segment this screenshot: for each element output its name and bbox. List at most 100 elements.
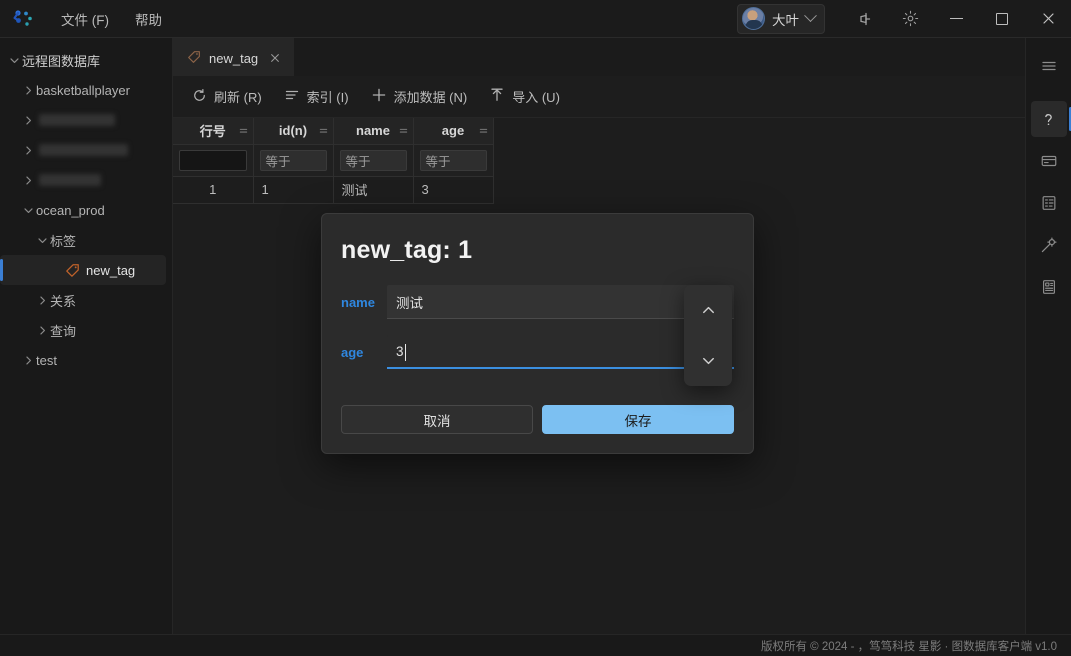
filter-cell-age[interactable]: 等于 xyxy=(413,144,494,177)
table-filter-row[interactable]: 等于 等于 等于 xyxy=(173,144,494,177)
chevron-right-icon[interactable] xyxy=(34,292,50,308)
chevron-right-icon[interactable] xyxy=(20,352,36,368)
maximize-icon[interactable] xyxy=(979,0,1025,38)
status-footer: 版权所有 © 2024 - ，笃笃科技 星影 · 图数据库客户端 v1.0 xyxy=(0,634,1071,656)
save-button[interactable]: 保存 xyxy=(542,405,734,434)
dialog-title: new_tag: 1 xyxy=(341,236,473,264)
sidebar-item-redacted-3[interactable]: ▇▇▇▇ xyxy=(0,135,166,165)
column-menu-icon[interactable] xyxy=(479,123,488,138)
menu-help[interactable]: 帮助 xyxy=(124,4,173,34)
data-table: 行号 id(n) name age 等于 等于 等于 1 1 测试 3 xyxy=(173,118,494,204)
close-icon[interactable] xyxy=(1025,0,1071,38)
spinner-down-button[interactable] xyxy=(684,336,732,387)
sidebar-item-basketballplayer[interactable]: basketballplayer xyxy=(0,75,166,105)
graph-logo-icon xyxy=(4,0,42,38)
column-header-label: age xyxy=(441,123,465,139)
number-spinner-popup xyxy=(684,285,732,386)
twisty-placeholder xyxy=(48,262,64,278)
chevron-right-icon[interactable] xyxy=(20,172,36,188)
refresh-icon xyxy=(192,88,207,106)
index-button[interactable]: 索引 (I) xyxy=(275,83,358,111)
cell-rownum[interactable]: 1 xyxy=(173,176,254,204)
table-header-row: 行号 id(n) name age xyxy=(173,118,494,145)
column-menu-icon[interactable] xyxy=(239,123,248,138)
column-header-id[interactable]: id(n) xyxy=(253,118,334,145)
table-row[interactable]: 1 1 测试 3 xyxy=(173,176,494,204)
filter-cell-id[interactable]: 等于 xyxy=(253,144,334,177)
sidebar-item-查询[interactable]: 查询 xyxy=(0,315,166,345)
sidebar-item-label: basketballplayer xyxy=(36,82,130,98)
filter-cell-rownum[interactable] xyxy=(173,144,254,177)
menu-file[interactable]: 文件 (F) xyxy=(50,4,120,34)
text-caret xyxy=(405,344,406,361)
chevron-right-icon[interactable] xyxy=(20,142,36,158)
cancel-button[interactable]: 取消 xyxy=(341,405,533,434)
rail-wand-button[interactable] xyxy=(1031,227,1067,263)
sidebar-item-test[interactable]: test xyxy=(0,345,166,375)
tab-bar: new_tag xyxy=(173,38,1025,76)
column-header-age[interactable]: age xyxy=(413,118,494,145)
sidebar-item-关系[interactable]: 关系 xyxy=(0,285,166,315)
rail-menu-button[interactable] xyxy=(1031,48,1067,84)
chevron-right-icon[interactable] xyxy=(20,112,36,128)
filter-input-id[interactable]: 等于 xyxy=(259,149,327,171)
sidebar-item-label: 远程图数据库 xyxy=(22,53,101,69)
cell-age[interactable]: 3 xyxy=(413,176,494,204)
tab-new-tag[interactable]: new_tag xyxy=(173,38,295,76)
cell-id[interactable]: 1 xyxy=(253,176,334,204)
spinner-up-button[interactable] xyxy=(684,285,732,336)
cell-name[interactable]: 测试 xyxy=(333,176,414,204)
refresh-button[interactable]: 刷新 (R) xyxy=(183,83,271,111)
column-header-rownum[interactable]: 行号 xyxy=(173,118,254,145)
chevron-right-icon[interactable] xyxy=(20,82,36,98)
gear-icon[interactable] xyxy=(887,0,933,38)
rail-card-button[interactable] xyxy=(1031,143,1067,179)
sidebar-item-label: ▇▇▇▇ xyxy=(39,144,128,156)
column-header-label: 行号 xyxy=(199,124,226,140)
sidebar-item-label: 查询 xyxy=(50,323,77,339)
sidebar-item-ocean_prod[interactable]: ocean_prod xyxy=(0,195,166,225)
field-label-name: name xyxy=(341,295,375,310)
close-icon[interactable] xyxy=(266,49,284,67)
sidebar-item-redacted-4[interactable]: ▇▇▇▇▇▇ xyxy=(0,165,166,195)
column-menu-icon[interactable] xyxy=(319,123,328,138)
chevron-right-icon[interactable] xyxy=(34,322,50,338)
field-label-age: age xyxy=(341,345,364,360)
field-box-name xyxy=(387,285,734,319)
chevron-down-icon[interactable] xyxy=(6,52,22,68)
rail-form-button[interactable] xyxy=(1031,185,1067,221)
column-menu-icon[interactable] xyxy=(399,123,408,138)
name-field[interactable] xyxy=(387,285,734,319)
sidebar-item-new_tag[interactable]: new_tag xyxy=(0,255,166,285)
column-header-name[interactable]: name xyxy=(333,118,414,145)
filter-input-age[interactable]: 等于 xyxy=(419,149,487,171)
chevron-down-icon[interactable] xyxy=(20,202,36,218)
rail-help-button[interactable] xyxy=(1030,101,1071,137)
content-toolbar: 刷新 (R) 索引 (I) 添加数据 (N) 导入 (U) xyxy=(173,76,1025,118)
add-data-button[interactable]: 添加数据 (N) xyxy=(362,83,477,111)
import-button[interactable]: 导入 (U) xyxy=(480,83,569,111)
field-row-name: name xyxy=(341,285,734,319)
user-menu-button[interactable]: 大叶 xyxy=(737,3,825,34)
tag-icon xyxy=(64,263,81,278)
sidebar-item-标签[interactable]: 标签 xyxy=(0,225,166,255)
field-row-age: age xyxy=(341,335,734,369)
sidebar-item-远程图数据库[interactable]: 远程图数据库 xyxy=(0,45,166,75)
index-lines-icon xyxy=(284,87,300,106)
filter-input-name[interactable]: 等于 xyxy=(339,149,407,171)
filter-placeholder: 等于 xyxy=(265,154,291,169)
right-rail xyxy=(1025,38,1071,634)
sidebar-item-redacted-2[interactable]: ▇▇▇▇▇▇ xyxy=(0,105,166,135)
filter-cell-name[interactable]: 等于 xyxy=(333,144,414,177)
minimize-icon[interactable] xyxy=(933,0,979,38)
filter-input-rownum[interactable] xyxy=(179,149,247,171)
import-label: 导入 (U) xyxy=(512,90,560,105)
column-header-label: name xyxy=(356,123,390,139)
chevron-down-icon[interactable] xyxy=(34,232,50,248)
pin-icon[interactable] xyxy=(841,0,887,38)
age-field[interactable] xyxy=(387,335,734,369)
sidebar-item-label: test xyxy=(36,352,57,368)
sidebar-item-label: 关系 xyxy=(50,293,77,309)
sidebar-tree[interactable]: 远程图数据库basketballplayer▇▇▇▇▇▇▇▇▇▇▇▇▇▇▇▇oc… xyxy=(0,38,173,634)
rail-document-button[interactable] xyxy=(1031,269,1067,305)
